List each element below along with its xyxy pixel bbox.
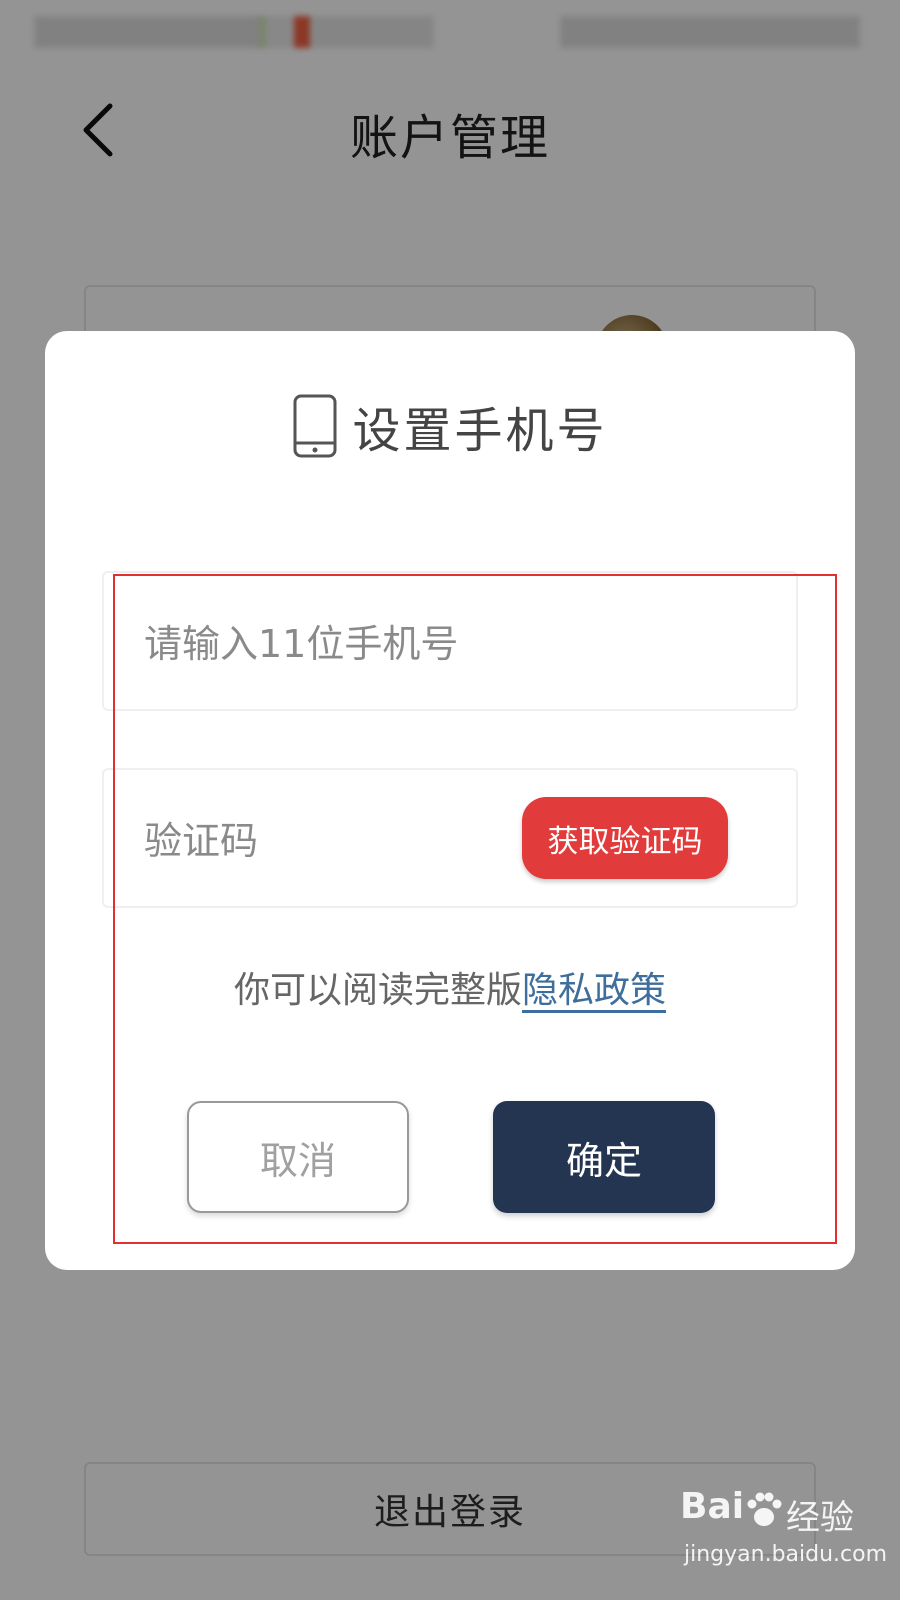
watermark-url: jingyan.baidu.com (684, 1542, 888, 1567)
dialog-header: 设置手机号 (45, 391, 855, 461)
dialog-title: 设置手机号 (352, 403, 608, 459)
watermark: Bai 经验 jingyan.baidu.com (680, 1486, 887, 1586)
paw-icon (747, 1492, 782, 1526)
watermark-cn: 经验 (786, 1498, 854, 1538)
watermark-brand: Bai (680, 1486, 745, 1527)
annotation-highlight-frame (113, 574, 837, 1244)
smartphone-icon (293, 394, 337, 458)
